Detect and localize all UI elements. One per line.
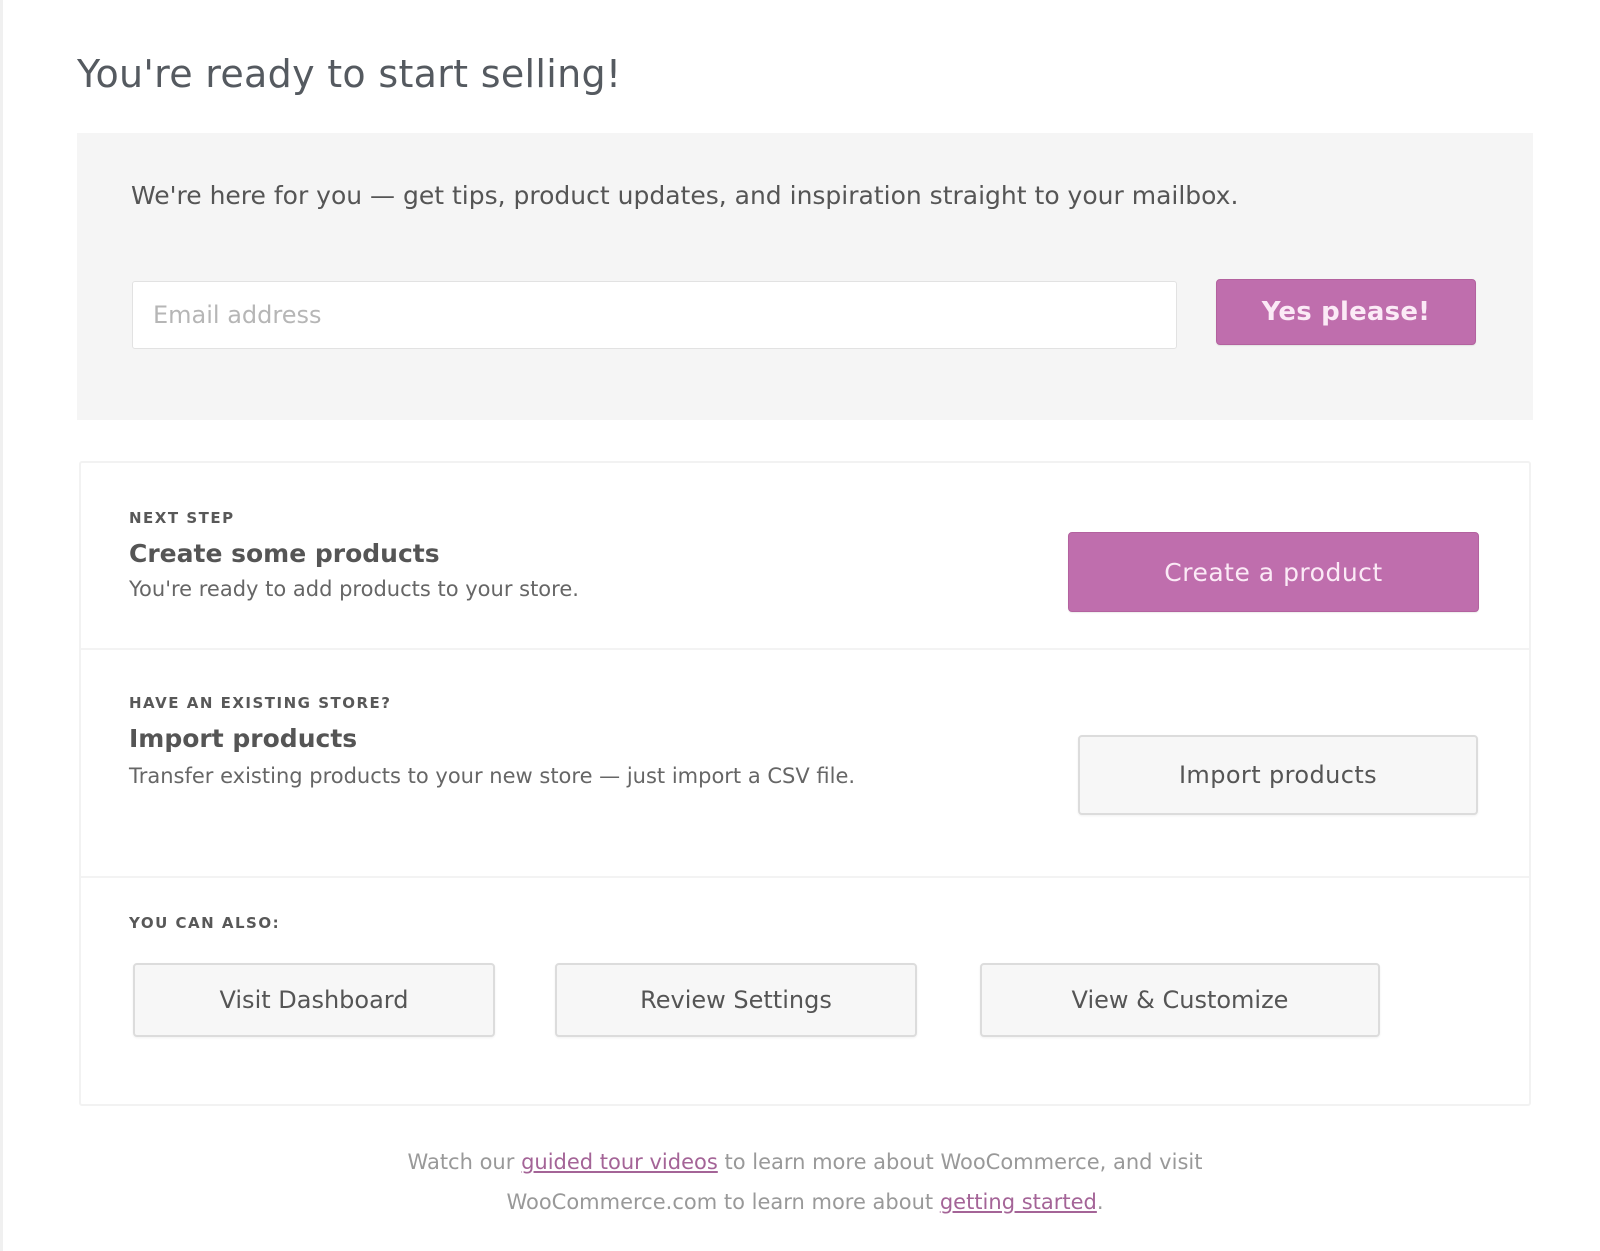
- import-section: Have an existing store? Import products …: [81, 650, 1529, 878]
- existing-store-eyebrow: Have an existing store?: [129, 694, 392, 712]
- footer-help-text: Watch our guided tour videos to learn mo…: [77, 1142, 1533, 1222]
- import-products-button[interactable]: Import products: [1078, 735, 1478, 815]
- getting-started-link[interactable]: getting started: [940, 1190, 1097, 1214]
- import-heading: Import products: [129, 724, 358, 753]
- next-steps-card: Next step Create some products You're re…: [79, 461, 1531, 1106]
- newsletter-text: We're here for you — get tips, product u…: [131, 181, 1239, 210]
- you-can-also-buttons: Visit Dashboard Review Settings View & C…: [133, 963, 1433, 1039]
- footer-line-1: Watch our guided tour videos to learn mo…: [77, 1142, 1533, 1182]
- yes-please-button[interactable]: Yes please!: [1216, 279, 1476, 345]
- visit-dashboard-button[interactable]: Visit Dashboard: [133, 963, 495, 1037]
- create-product-button[interactable]: Create a product: [1068, 532, 1479, 612]
- setup-ready-page: You're ready to start selling! We're her…: [0, 0, 1600, 1251]
- footer-line2-suffix: .: [1096, 1190, 1104, 1214]
- footer-line1-suffix: to learn more about WooCommerce, and vis…: [717, 1150, 1203, 1174]
- guided-tour-videos-link[interactable]: guided tour videos: [521, 1150, 718, 1174]
- review-settings-button[interactable]: Review Settings: [555, 963, 917, 1037]
- view-customize-button[interactable]: View & Customize: [980, 963, 1380, 1037]
- next-step-heading: Create some products: [129, 539, 440, 568]
- footer-line2-prefix: WooCommerce.com to learn more about: [506, 1190, 940, 1214]
- you-can-also-section: You can also: Visit Dashboard Review Set…: [81, 878, 1529, 1106]
- email-address-input[interactable]: [132, 281, 1177, 349]
- page-title: You're ready to start selling!: [77, 52, 622, 96]
- next-step-section: Next step Create some products You're re…: [81, 463, 1529, 650]
- next-step-description: You're ready to add products to your sto…: [129, 577, 579, 601]
- footer-line-2: WooCommerce.com to learn more about gett…: [77, 1182, 1533, 1222]
- you-can-also-eyebrow: You can also:: [129, 914, 281, 932]
- import-description: Transfer existing products to your new s…: [129, 764, 856, 788]
- footer-line1-prefix: Watch our: [407, 1150, 522, 1174]
- newsletter-panel: We're here for you — get tips, product u…: [77, 133, 1533, 420]
- next-step-eyebrow: Next step: [129, 509, 235, 527]
